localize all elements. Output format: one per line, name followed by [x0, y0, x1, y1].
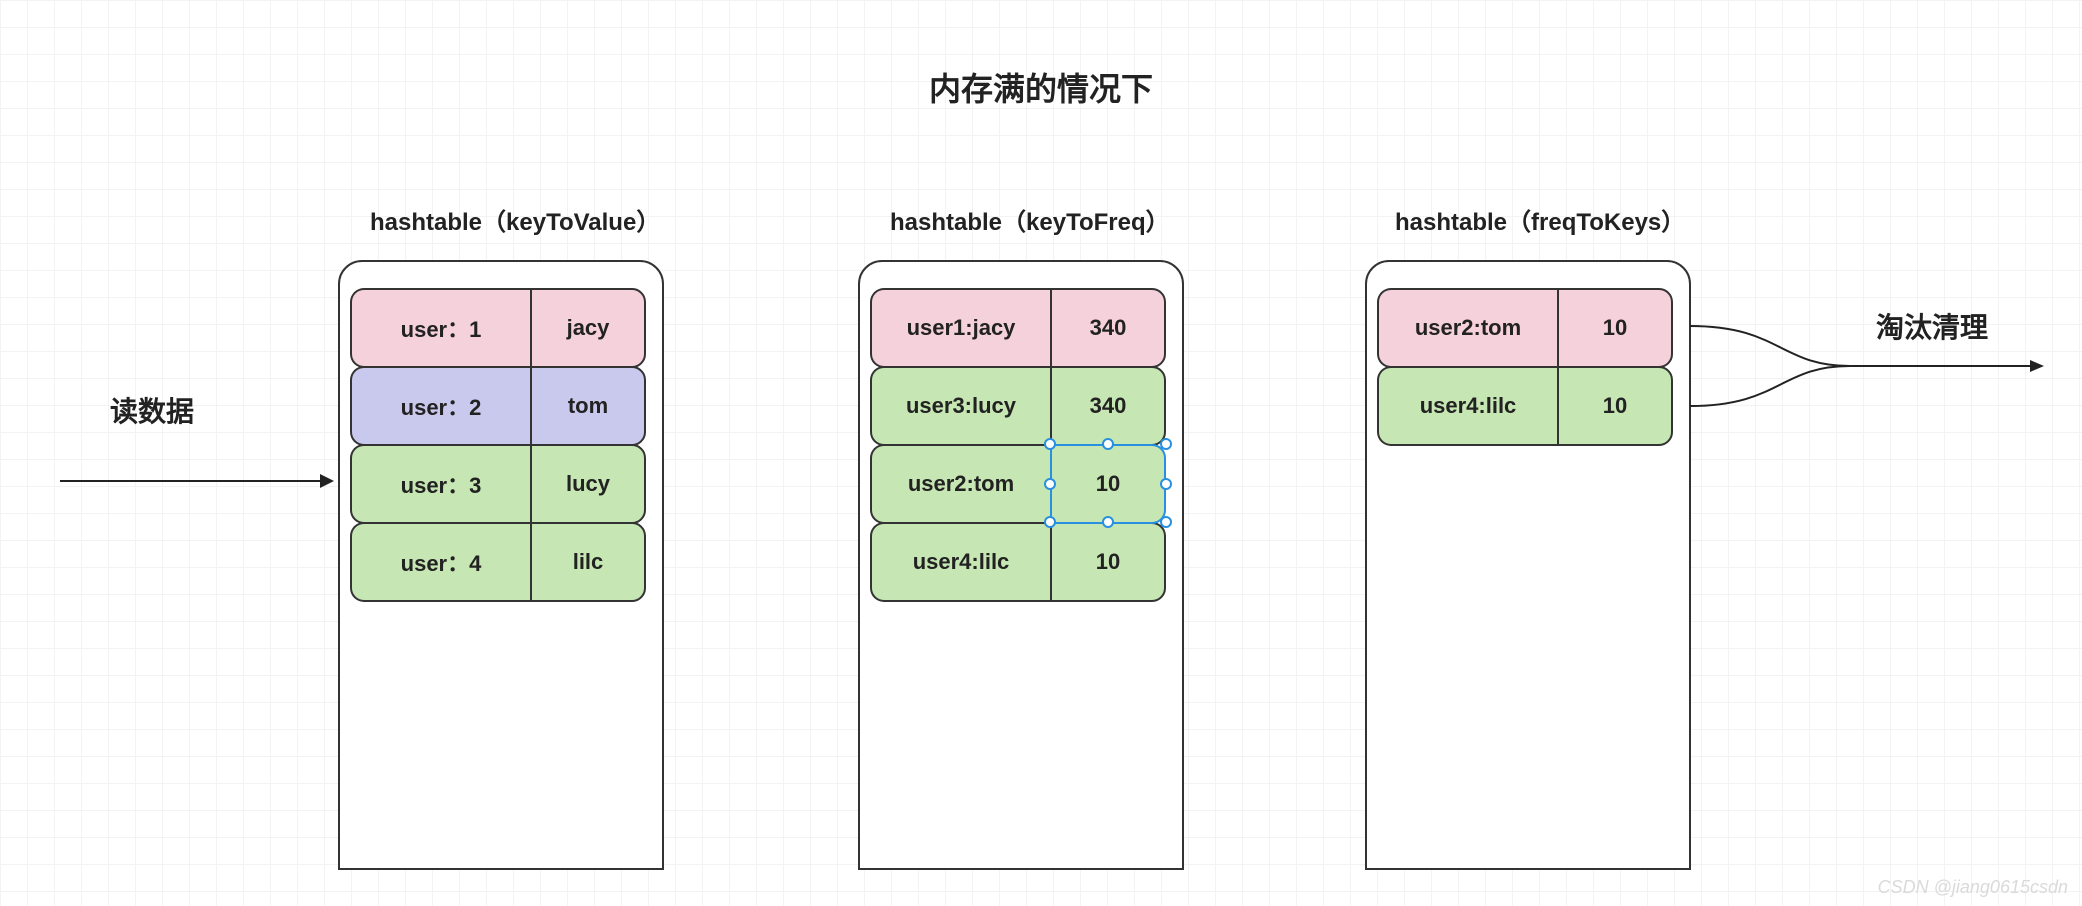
- table3-label: hashtable（freqToKeys）: [1395, 202, 1685, 237]
- selection-handle[interactable]: [1160, 516, 1172, 528]
- table-keyToFreq: user1:jacy 340 user3:lucy 340 user2:tom …: [858, 260, 1184, 870]
- selection-handle[interactable]: [1160, 438, 1172, 450]
- table2-label: hashtable（keyToFreq）: [890, 202, 1170, 237]
- table-row: user2:tom 10: [1377, 288, 1679, 368]
- table-row: user2:tom 10: [870, 444, 1172, 524]
- table-freqToKeys: user2:tom 10 user4:lilc 10: [1365, 260, 1691, 870]
- selection-handle[interactable]: [1044, 438, 1056, 450]
- cell-key: user3:lucy: [870, 366, 1050, 446]
- cell-key: user1:jacy: [870, 288, 1050, 368]
- cell-key: user：2: [350, 366, 530, 446]
- arrow-out-fork: [1690, 280, 2050, 480]
- cell-key: user2:tom: [870, 444, 1050, 524]
- table-row: user4:lilc 10: [1377, 366, 1679, 446]
- cell-key: user4:lilc: [1377, 366, 1557, 446]
- cell-key: user4:lilc: [870, 522, 1050, 602]
- table-keyToValue: user：1 jacy user：2 tom user：3 lucy user：…: [338, 260, 664, 870]
- cell-val: 340: [1050, 288, 1166, 368]
- table-row: user：2 tom: [350, 366, 652, 446]
- table-row: user：4 lilc: [350, 522, 652, 602]
- table-row: user4:lilc 10: [870, 522, 1172, 602]
- cell-val: 340: [1050, 366, 1166, 446]
- cell-val: 10: [1050, 522, 1166, 602]
- arrow-in-head: [320, 474, 334, 488]
- cell-key: user：4: [350, 522, 530, 602]
- watermark: CSDN @jiang0615csdn: [1878, 877, 2068, 898]
- cell-key: user：3: [350, 444, 530, 524]
- selection-handle[interactable]: [1160, 478, 1172, 490]
- cell-val: 10: [1050, 444, 1166, 524]
- selection-handle[interactable]: [1102, 438, 1114, 450]
- cell-key: user：1: [350, 288, 530, 368]
- table-row: user3:lucy 340: [870, 366, 1172, 446]
- cell-key: user2:tom: [1377, 288, 1557, 368]
- selection-handle[interactable]: [1102, 516, 1114, 528]
- cell-val: tom: [530, 366, 646, 446]
- selection-handle[interactable]: [1044, 516, 1056, 528]
- table1-label: hashtable（keyToValue）: [370, 202, 660, 237]
- cell-val: lucy: [530, 444, 646, 524]
- arrow-in: [60, 480, 320, 482]
- evict-label: 淘汰清理: [1876, 306, 1988, 346]
- table-row: user：3 lucy: [350, 444, 652, 524]
- selection-handle[interactable]: [1044, 478, 1056, 490]
- cell-val: jacy: [530, 288, 646, 368]
- cell-val: 10: [1557, 366, 1673, 446]
- cell-val: lilc: [530, 522, 646, 602]
- table-row: user：1 jacy: [350, 288, 652, 368]
- cell-val: 10: [1557, 288, 1673, 368]
- read-data-label: 读数据: [110, 390, 194, 430]
- table-row: user1:jacy 340: [870, 288, 1172, 368]
- diagram-title: 内存满的情况下: [0, 64, 2082, 110]
